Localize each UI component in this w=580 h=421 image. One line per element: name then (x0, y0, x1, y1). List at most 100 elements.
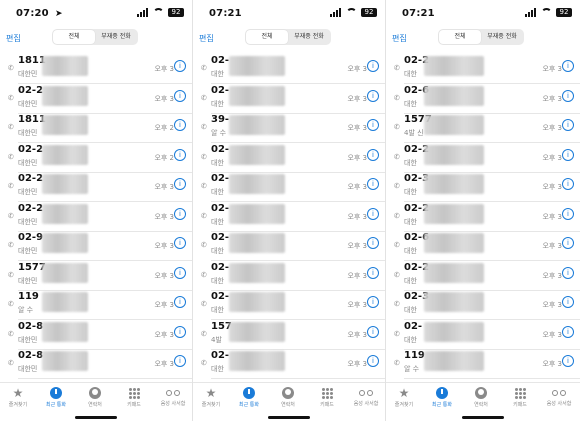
info-icon[interactable]: i (174, 119, 186, 131)
call-row[interactable]: ✆ 119 알 수 오후 3i (0, 289, 192, 320)
call-row[interactable]: ✆ 02- 대한 오후 3i (193, 53, 385, 84)
info-icon[interactable]: i (562, 89, 574, 102)
call-row[interactable]: ✆ 02- 대한 오후 3i (193, 171, 385, 202)
call-row[interactable]: ✆ 02-6 대한 오후 3i (386, 230, 580, 261)
tab-keypad[interactable]: 키패드 (502, 387, 538, 408)
call-row[interactable]: ✆ 157 4발 오후 3i (193, 319, 385, 350)
info-icon[interactable]: i (562, 60, 574, 72)
info-icon[interactable]: i (562, 237, 574, 249)
call-row[interactable]: ✆ 02-2 대한 오후 3i (386, 53, 580, 84)
info-icon[interactable]: i (367, 119, 379, 131)
wifi-icon (541, 8, 552, 17)
call-row[interactable]: ✆ 02-6 대한 오후 3i (386, 83, 580, 114)
info-icon[interactable]: i (562, 119, 574, 131)
segment-missed[interactable]: 부재중 전화 (95, 30, 137, 44)
info-icon[interactable]: i (367, 89, 379, 102)
call-subtitle: 대한 (211, 365, 224, 373)
call-time: 오후 3 (154, 212, 174, 221)
call-row[interactable]: ✆ 1811 대한민 오후 3i (0, 53, 192, 84)
edit-button[interactable]: 편집 (6, 33, 21, 44)
call-row[interactable]: ✆ 02- 대한 오후 3i (193, 348, 385, 379)
call-row[interactable]: ✆ 02- 대한 오후 3i (193, 83, 385, 114)
tab-voicemail[interactable]: 음성 사서함 (541, 387, 577, 407)
call-row[interactable]: ✆ 02-2 대한민 오후 3i (0, 83, 192, 114)
segment-all[interactable]: 전체 (246, 30, 288, 44)
tab-recents[interactable]: 최근 통화 (231, 387, 267, 408)
info-icon[interactable]: i (174, 148, 186, 161)
info-icon[interactable]: i (174, 60, 186, 72)
tab-contacts[interactable]: 연락처 (77, 387, 113, 408)
info-icon[interactable]: i (174, 207, 186, 220)
call-row[interactable]: ✆ 02-3 대한 오후 3i (386, 289, 580, 320)
tab-recents[interactable]: 최근 통화 (424, 387, 460, 408)
info-icon[interactable]: i (367, 148, 379, 161)
call-row[interactable]: ✆ 02-8 대한민 오후 3i (0, 319, 192, 350)
call-row[interactable]: ✆ 02-2 대한민 오후 2i (0, 142, 192, 173)
call-time: 오후 3 (347, 360, 367, 368)
info-icon[interactable]: i (367, 60, 379, 72)
call-row[interactable]: ✆ 39- 알 수 오후 3i (193, 112, 385, 143)
call-row[interactable]: ✆ 02- 대한 오후 3i (386, 319, 580, 350)
info-icon[interactable]: i (562, 148, 574, 161)
call-row[interactable]: ✆ 02-2 대한 오후 3i (386, 260, 580, 291)
call-row[interactable]: ✆ 119 알 수 오후 3i (386, 348, 580, 379)
info-icon[interactable]: i (367, 355, 379, 367)
call-row[interactable]: ✆ 02- 대한 오후 3i (193, 260, 385, 291)
info-icon[interactable]: i (174, 237, 186, 249)
call-row[interactable]: ✆ 02-8 대한민 오후 3i (0, 348, 192, 379)
info-icon[interactable]: i (367, 207, 379, 220)
info-icon[interactable]: i (174, 266, 186, 279)
info-icon[interactable]: i (562, 178, 574, 190)
call-row[interactable]: ✆ 02- 대한 오후 3i (193, 230, 385, 261)
info-icon[interactable]: i (174, 89, 186, 102)
info-icon[interactable]: i (367, 178, 379, 190)
info-icon[interactable]: i (367, 237, 379, 249)
call-row[interactable]: ✆ 02- 대한 오후 3i (193, 201, 385, 232)
edit-button[interactable]: 편집 (392, 33, 407, 44)
tab-keypad[interactable]: 키패드 (116, 387, 152, 408)
call-row[interactable]: ✆ 02-2 대한 오후 3i (386, 142, 580, 173)
segment-missed[interactable]: 부재중 전화 (288, 30, 330, 44)
call-row[interactable]: ✆ 02- 대한 오후 3i (193, 142, 385, 173)
tab-keypad[interactable]: 키패드 (309, 387, 345, 408)
tab-recents[interactable]: 최근 통화 (38, 387, 74, 408)
tab-voicemail[interactable]: 음성 사서함 (155, 387, 191, 407)
call-row[interactable]: ✆ 02-2 대한민 오후 3i (0, 171, 192, 202)
segment-all[interactable]: 전체 (53, 30, 95, 44)
edit-button[interactable]: 편집 (199, 33, 214, 44)
info-icon[interactable]: i (562, 355, 574, 367)
tab-contacts[interactable]: 연락처 (463, 387, 499, 408)
call-row[interactable]: ✆ 02-2 대한 오후 3i (386, 201, 580, 232)
call-row[interactable]: ✆ 1577 4발 신 오후 3i (386, 112, 580, 143)
info-icon[interactable]: i (367, 325, 379, 338)
info-icon[interactable]: i (562, 325, 574, 338)
info-icon[interactable]: i (174, 355, 186, 367)
segment-all[interactable]: 전체 (439, 30, 481, 44)
tab-voicemail[interactable]: 음성 사서함 (348, 387, 384, 407)
segment-missed[interactable]: 부재중 전화 (481, 30, 523, 44)
info-icon[interactable]: i (367, 296, 379, 308)
call-time: 오후 3 (347, 183, 367, 191)
info-icon[interactable]: i (562, 207, 574, 220)
info-icon[interactable]: i (562, 266, 574, 279)
info-icon[interactable]: i (562, 296, 574, 308)
call-row[interactable]: ✆ 02-2 대한민 오후 3i (0, 201, 192, 232)
location-arrow-icon: ➤ (55, 9, 63, 19)
tab-favorites[interactable]: ★ 즐겨찾기 (386, 387, 422, 408)
tab-favorites[interactable]: ★ 즐겨찾기 (193, 387, 229, 408)
info-icon[interactable]: i (367, 266, 379, 279)
call-row[interactable]: ✆ 02- 대한 오후 3i (193, 289, 385, 320)
call-row[interactable]: ✆ 02-3 대한 오후 3i (386, 171, 580, 202)
tab-favorites[interactable]: ★ 즐겨찾기 (0, 387, 36, 408)
redaction-blur (229, 56, 285, 76)
call-row[interactable]: ✆ 1577 대한민 오후 3i (0, 260, 192, 291)
call-row[interactable]: ✆ 1811 대한민 오후 2i (0, 112, 192, 143)
redaction-blur (42, 321, 88, 342)
info-icon[interactable]: i (174, 325, 186, 338)
tab-contacts[interactable]: 연락처 (270, 387, 306, 408)
call-row[interactable]: ✆ 02-9 대한민 오후 3i (0, 230, 192, 261)
info-icon[interactable]: i (174, 178, 186, 190)
redaction-blur (424, 351, 484, 371)
info-icon[interactable]: i (174, 296, 186, 308)
call-time: 오후 3 (154, 301, 174, 309)
